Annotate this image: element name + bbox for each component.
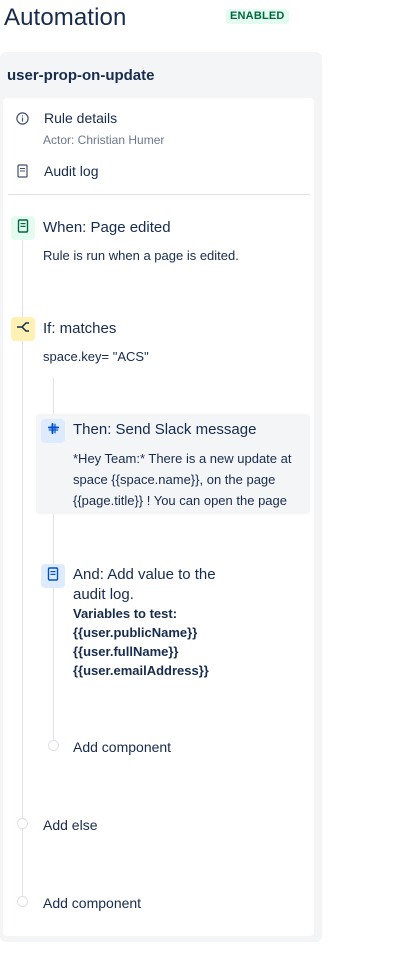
actor-text: Actor: Christian Humer [43,133,165,147]
slack-line-3: {{page.title}} ! You can open the page [73,493,287,508]
trigger-icon-box[interactable] [11,216,35,240]
slack-title: Then: Send Slack message [73,421,257,438]
rule-details-label: Rule details [44,110,118,126]
status-badge: ENABLED [226,9,289,24]
add-else-dot[interactable] [17,818,28,829]
log-icon [47,566,59,586]
audit-line-1: Variables to test: [73,606,178,621]
document-icon [16,164,29,178]
add-else-button[interactable]: Add else [43,817,97,833]
add-component-inner-button[interactable]: Add component [73,739,171,755]
add-component-inner-dot[interactable] [48,740,59,751]
rule-details-link[interactable]: Rule details [16,110,117,126]
info-icon [16,112,29,125]
audit-icon-box[interactable] [41,564,65,588]
slack-line-1: *Hey Team:* There is a new update at [73,451,292,466]
audit-log-label: Audit log [44,163,99,179]
audit-title-line-2[interactable]: audit log. [73,586,134,603]
page-icon [17,218,29,238]
slack-icon [47,422,60,440]
audit-line-2: {{user.publicName}} [73,625,198,640]
add-component-outer-dot[interactable] [17,896,28,907]
add-component-outer-button[interactable]: Add component [43,895,141,911]
page-title: Automation [4,4,127,31]
audit-line-4: {{user.emailAddress}} [73,663,209,678]
audit-title-line-1[interactable]: And: Add value to the [73,566,216,583]
audit-log-link[interactable]: Audit log [16,163,98,179]
trigger-description: Rule is run when a page is edited. [43,248,239,263]
divider [8,194,310,195]
slack-line-2: space {{space.name}}, on the page [73,472,276,487]
condition-icon-box[interactable] [11,317,35,341]
rule-name: user-prop-on-update [7,67,155,84]
condition-title[interactable]: If: matches [43,320,116,337]
slack-icon-box [41,419,65,443]
branch-icon [16,320,30,338]
trigger-title[interactable]: When: Page edited [43,219,171,236]
condition-description: space.key= "ACS" [43,349,149,364]
audit-line-3: {{user.fullName}} [73,644,179,659]
